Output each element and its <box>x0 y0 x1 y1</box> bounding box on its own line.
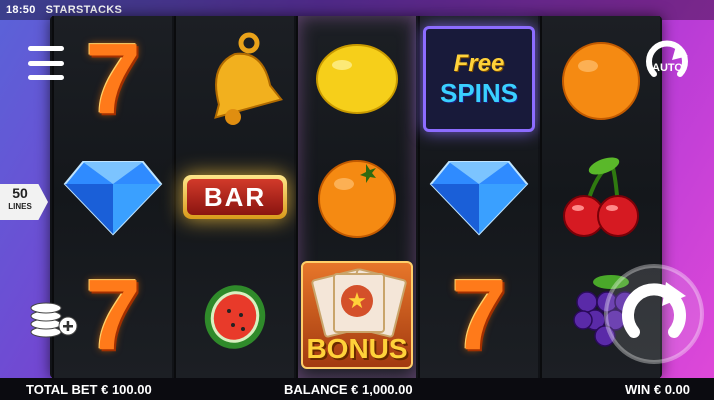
auto-spin-button[interactable]: AUTO <box>640 40 696 88</box>
free-label: Free <box>453 49 505 77</box>
symbol-cherries <box>542 138 660 256</box>
lemon-icon <box>316 44 398 114</box>
seven-icon: 7 <box>451 259 507 371</box>
spin-button[interactable] <box>602 262 706 366</box>
symbol-free-spins: Free SPINS <box>420 20 538 138</box>
bar-plate: BAR <box>183 175 287 219</box>
star-icon: ★ <box>341 285 373 317</box>
diamond-icon <box>429 161 529 236</box>
diamond-icon <box>63 161 163 236</box>
seven-icon: 7 <box>85 259 141 371</box>
cherries-icon <box>563 157 639 237</box>
symbol-diamond <box>420 138 538 256</box>
balance: BALANCE € 1,000.00 <box>284 381 413 397</box>
symbol-bar: BAR <box>176 138 294 256</box>
lines-label: LINES <box>8 202 32 211</box>
symbol-lemon <box>298 20 416 138</box>
bonus-badge: ★ BONUS <box>301 261 413 369</box>
lines-indicator: 50 LINES <box>0 184 48 220</box>
reel-3: ★ BONUS <box>296 16 416 378</box>
auto-label: AUTO <box>652 62 683 74</box>
watermelon-icon <box>204 285 266 349</box>
symbol-bell <box>176 20 294 138</box>
win-amount: WIN € 0.00 <box>624 381 690 397</box>
app-title: STARSTACKS <box>45 4 123 16</box>
symbol-seven: 7 <box>420 256 538 374</box>
symbol-seven: 7 <box>54 20 172 138</box>
reel-4: Free SPINS 7 <box>418 16 538 378</box>
hamburger-menu-icon <box>28 46 64 51</box>
coin-stack-plus-icon <box>30 302 78 338</box>
symbol-watermelon <box>176 256 294 374</box>
symbol-orange <box>298 138 416 256</box>
symbol-bonus: ★ BONUS <box>298 256 416 374</box>
bell-icon <box>214 32 283 125</box>
seven-icon: 7 <box>85 23 141 135</box>
footer-bar: TOTAL BET € 100.00 BALANCE € 1,000.00 WI… <box>0 378 714 400</box>
bet-button[interactable] <box>28 296 80 340</box>
orange-icon <box>318 160 396 238</box>
orange-icon <box>562 42 640 120</box>
bonus-label: BONUS <box>306 333 408 364</box>
total-bet: TOTAL BET € 100.00 <box>26 381 152 397</box>
bar-label: BAR <box>187 179 283 215</box>
spins-label: SPINS <box>439 77 519 108</box>
free-spins-badge: Free SPINS <box>423 26 535 132</box>
reel-2: BAR <box>174 16 294 378</box>
spin-arrow-icon <box>604 264 704 364</box>
symbol-diamond <box>54 138 172 256</box>
clock-time: 18:50 <box>6 4 36 16</box>
menu-button[interactable] <box>28 46 64 80</box>
